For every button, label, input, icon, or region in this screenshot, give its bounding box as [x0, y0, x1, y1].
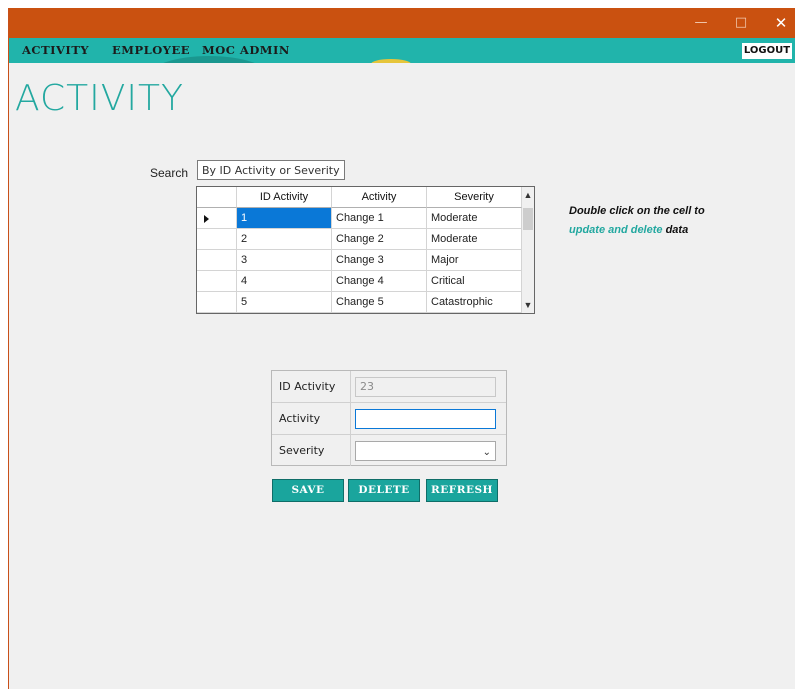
cell-activity[interactable]: Change 1 [332, 208, 427, 229]
id-activity-label: ID Activity [272, 371, 351, 402]
row-header[interactable] [197, 229, 237, 250]
menu-item-activity[interactable]: ACTIVITY [22, 38, 89, 63]
row-header[interactable] [197, 208, 237, 229]
current-row-arrow-icon [204, 215, 209, 223]
row-header[interactable] [197, 250, 237, 271]
table-row[interactable]: 4 Change 4 Critical [197, 271, 522, 292]
cell-id[interactable]: 2 [237, 229, 332, 250]
column-header-id[interactable]: ID Activity [237, 187, 332, 208]
menu-item-moc-admin[interactable]: MOC ADMIN [202, 38, 290, 63]
column-header-activity[interactable]: Activity [332, 187, 427, 208]
scroll-down-icon[interactable]: ▼ [522, 299, 534, 311]
activity-grid[interactable]: ID Activity Activity Severity 1 Change 1… [196, 186, 535, 314]
row-header[interactable] [197, 292, 237, 313]
menu-decoration-accent [371, 59, 411, 63]
cell-activity[interactable]: Change 3 [332, 250, 427, 271]
scroll-up-icon[interactable]: ▲ [522, 189, 534, 201]
cell-id[interactable]: 5 [237, 292, 332, 313]
cell-id[interactable]: 3 [237, 250, 332, 271]
table-row[interactable]: 3 Change 3 Major [197, 250, 522, 271]
table-row[interactable]: 5 Change 5 Catastrophic [197, 292, 522, 313]
cell-severity[interactable]: Moderate [427, 208, 522, 229]
hint-line-1: Double click on the cell to [569, 205, 705, 217]
cell-activity[interactable]: Change 5 [332, 292, 427, 313]
severity-label: Severity [272, 435, 351, 466]
menu-item-employee[interactable]: EMPLOYEE [112, 38, 190, 63]
severity-select[interactable]: ⌄ [355, 441, 496, 461]
maximize-icon[interactable]: □ [721, 8, 761, 38]
save-button[interactable]: SAVE [272, 479, 344, 502]
cell-id[interactable]: 1 [237, 208, 332, 229]
column-header-severity[interactable]: Severity [427, 187, 522, 208]
form-row-activity: Activity [272, 403, 506, 435]
cell-severity[interactable]: Moderate [427, 229, 522, 250]
title-bar: — □ ✕ [9, 8, 795, 38]
search-input[interactable]: By ID Activity or Severity [197, 160, 345, 180]
form-row-id: ID Activity 23 [272, 371, 506, 403]
cell-id[interactable]: 4 [237, 271, 332, 292]
cell-activity[interactable]: Change 2 [332, 229, 427, 250]
row-header[interactable] [197, 271, 237, 292]
menu-bar: ACTIVITY EMPLOYEE MOC ADMIN LOGOUT [9, 38, 795, 63]
app-window: — □ ✕ ACTIVITY EMPLOYEE MOC ADMIN LOGOUT… [8, 8, 795, 689]
hint-rest: data [662, 224, 689, 236]
cell-severity[interactable]: Critical [427, 271, 522, 292]
activity-input[interactable] [355, 409, 496, 429]
grid-corner-header [197, 187, 237, 208]
id-activity-field: 23 [355, 377, 496, 397]
activity-label: Activity [272, 403, 351, 434]
close-icon[interactable]: ✕ [761, 8, 795, 38]
cell-severity[interactable]: Catastrophic [427, 292, 522, 313]
grid-header: ID Activity Activity Severity [197, 187, 534, 208]
refresh-button[interactable]: REFRESH [426, 479, 498, 502]
hint-accent: update and delete [569, 224, 663, 236]
scroll-thumb[interactable] [523, 208, 533, 230]
form-row-severity: Severity ⌄ [272, 435, 506, 467]
delete-button[interactable]: DELETE [348, 479, 420, 502]
hint-line-2: update and delete data [569, 221, 705, 240]
cell-activity[interactable]: Change 4 [332, 271, 427, 292]
hint-text: Double click on the cell to update and d… [569, 202, 705, 240]
grid-scrollbar[interactable]: ▲ ▼ [522, 187, 534, 313]
activity-form: ID Activity 23 Activity Severity ⌄ [271, 370, 507, 466]
table-row[interactable]: 2 Change 2 Moderate [197, 229, 522, 250]
table-row[interactable]: 1 Change 1 Moderate [197, 208, 522, 229]
cell-severity[interactable]: Major [427, 250, 522, 271]
minimize-icon[interactable]: — [681, 8, 721, 38]
search-label: Search [150, 166, 189, 180]
page-title: ACTIVITY [15, 78, 184, 119]
chevron-down-icon[interactable]: ⌄ [483, 444, 491, 462]
logout-button[interactable]: LOGOUT [742, 43, 792, 59]
